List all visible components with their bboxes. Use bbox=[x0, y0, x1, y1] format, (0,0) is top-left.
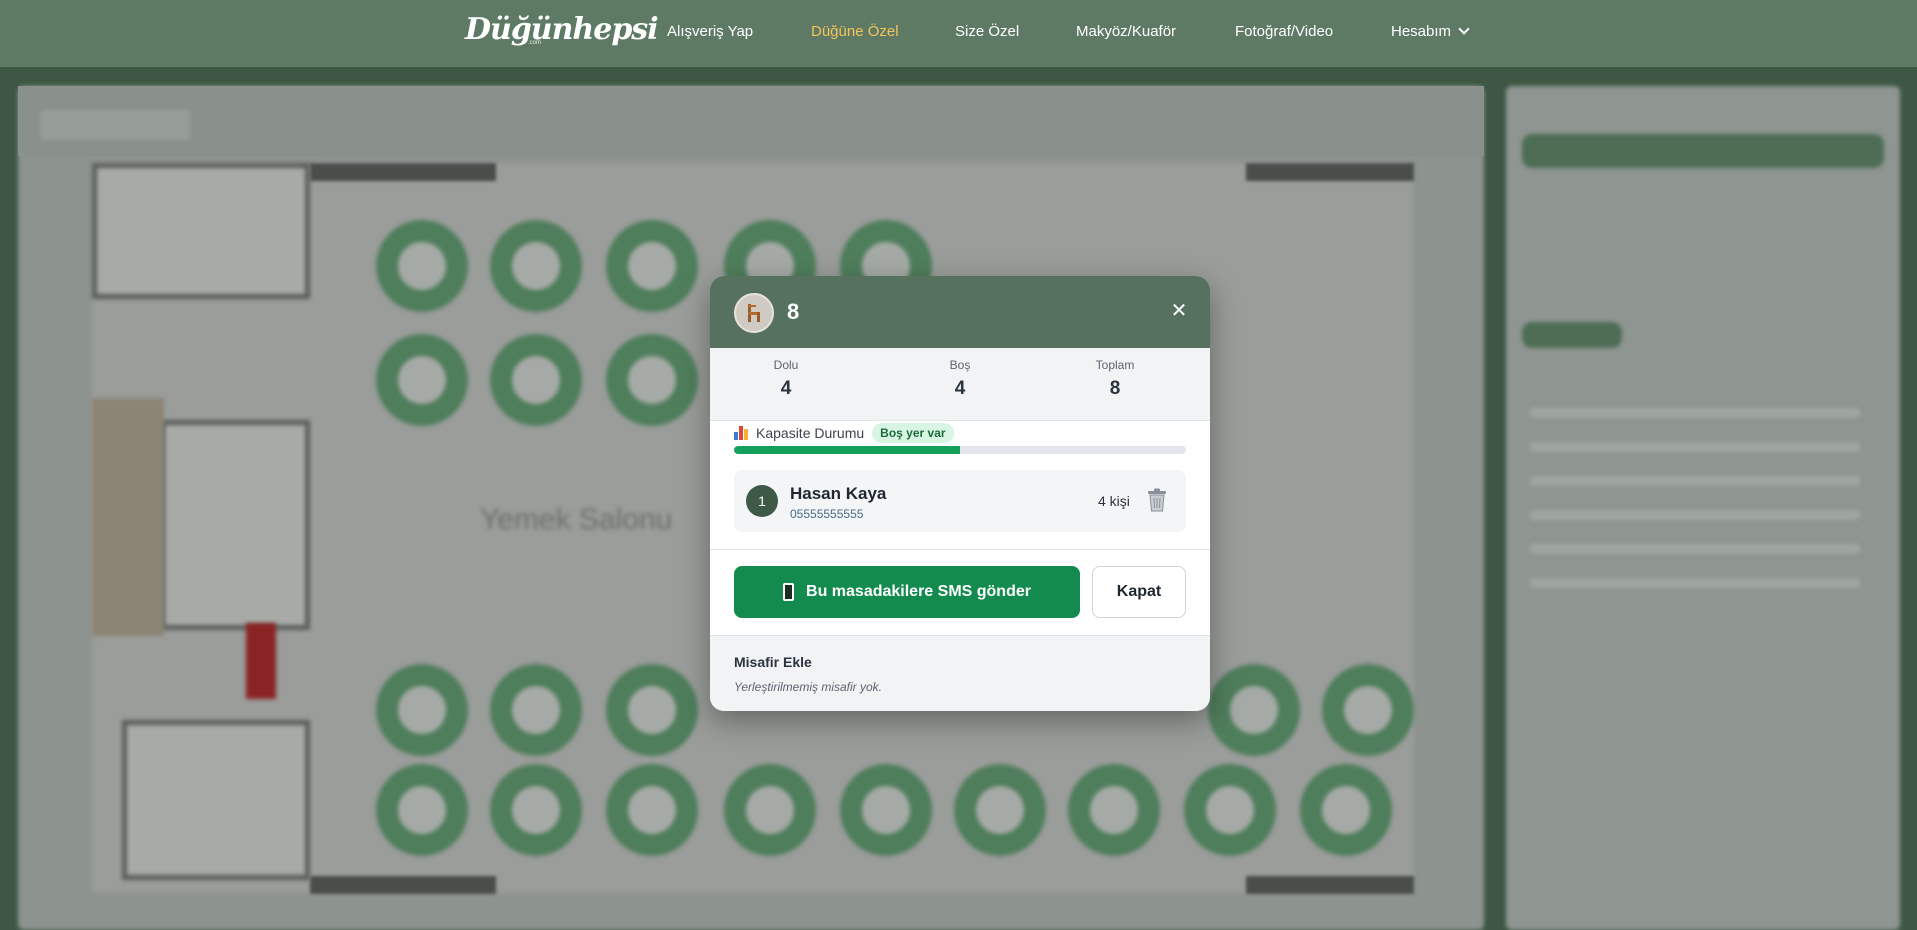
add-guest-title: Misafir Ekle bbox=[734, 654, 812, 670]
hall-wall bbox=[1246, 163, 1414, 181]
add-guest-empty-text: Yerleştirilmemiş misafir yok. bbox=[734, 680, 883, 694]
table-marker bbox=[376, 664, 468, 756]
guest-panel-button bbox=[1522, 322, 1622, 348]
nav-item-alisveris[interactable]: Alışveriş Yap bbox=[667, 23, 753, 40]
guest-panel-row bbox=[1530, 442, 1860, 452]
add-guest-section: Misafir Ekle Yerleştirilmemiş misafir yo… bbox=[710, 635, 1210, 711]
send-sms-button[interactable]: Bu masadakilere SMS gönder bbox=[734, 566, 1080, 618]
stat-dolu: Dolu 4 bbox=[716, 358, 856, 400]
table-marker bbox=[490, 220, 582, 312]
guest-panel-row bbox=[1530, 544, 1860, 554]
table-marker bbox=[954, 764, 1046, 856]
stat-toplam-value: 8 bbox=[1109, 378, 1121, 399]
guest-panel-row bbox=[1530, 476, 1860, 486]
table-marker bbox=[606, 664, 698, 756]
capacity-progress-fill bbox=[734, 446, 960, 454]
brand-logo-suffix: .com bbox=[528, 40, 542, 46]
guest-count: 4 kişi bbox=[1098, 493, 1130, 509]
table-marker bbox=[1068, 764, 1160, 856]
guest-panel-row bbox=[1530, 578, 1860, 588]
hall-label: Yemek Salonu bbox=[480, 503, 673, 536]
guest-phone: 05555555555 bbox=[790, 507, 864, 521]
stage-area bbox=[92, 398, 164, 636]
top-navigation: Düğünhepsi .com Alışveriş Yap Düğüne Öze… bbox=[0, 0, 1917, 67]
table-number: 8 bbox=[787, 299, 800, 324]
entrance-marker bbox=[246, 623, 276, 699]
nav-item-makyoz[interactable]: Makyöz/Kuaför bbox=[1076, 23, 1176, 40]
status-badge: Boş yer var bbox=[872, 423, 954, 443]
table-marker bbox=[490, 334, 582, 426]
close-icon[interactable]: ✕ bbox=[1168, 300, 1190, 322]
guest-panel-button bbox=[1522, 134, 1884, 168]
bar-chart-icon bbox=[734, 426, 750, 440]
capacity-label: Kapasite Durumu bbox=[756, 425, 865, 441]
table-marker bbox=[606, 764, 698, 856]
table-marker bbox=[840, 764, 932, 856]
seating-plan-toolbar bbox=[18, 86, 1484, 156]
table-marker bbox=[376, 764, 468, 856]
guest-list-panel bbox=[1506, 86, 1900, 930]
chair-icon bbox=[734, 293, 774, 333]
brand-logo[interactable]: Düğünhepsi bbox=[465, 12, 659, 47]
chevron-down-icon bbox=[1458, 23, 1470, 35]
guest-panel-row bbox=[1530, 510, 1860, 520]
table-marker bbox=[1184, 764, 1276, 856]
close-button[interactable]: Kapat bbox=[1092, 566, 1186, 618]
plan-tab bbox=[40, 110, 190, 140]
send-sms-label: Bu masadakilere SMS gönder bbox=[806, 583, 1031, 600]
chair-glyph bbox=[748, 304, 760, 322]
side-room bbox=[92, 163, 310, 299]
table-marker bbox=[376, 334, 468, 426]
stat-toplam-label: Toplam bbox=[1095, 358, 1135, 372]
side-room bbox=[122, 720, 310, 880]
occupancy-stats: Dolu 4 Boş 4 Toplam 8 bbox=[710, 348, 1210, 421]
guest-order-badge: 1 bbox=[746, 485, 778, 517]
guest-panel-row bbox=[1530, 408, 1860, 418]
nav-item-size-ozel[interactable]: Size Özel bbox=[955, 23, 1019, 40]
table-marker bbox=[490, 664, 582, 756]
stat-bos-label: Boş bbox=[949, 358, 971, 372]
nav-item-dugune-ozel[interactable]: Düğüne Özel bbox=[811, 23, 899, 40]
guest-row: 1 Hasan Kaya 05555555555 4 kişi bbox=[734, 470, 1186, 532]
capacity-status: Kapasite Durumu Boş yer var bbox=[734, 422, 954, 444]
table-marker bbox=[606, 220, 698, 312]
stat-dolu-label: Dolu bbox=[773, 358, 799, 372]
capacity-progress-bar bbox=[734, 446, 1186, 454]
table-marker bbox=[1208, 664, 1300, 756]
hall-wall bbox=[310, 876, 496, 894]
table-detail-modal: 8 ✕ Dolu 4 Boş 4 Toplam 8 Kapasite Durum… bbox=[710, 276, 1210, 711]
nav-item-hesabim-label: Hesabım bbox=[1391, 23, 1452, 40]
trash-icon[interactable] bbox=[1146, 488, 1168, 512]
stat-toplam: Toplam 8 bbox=[1045, 358, 1185, 400]
table-marker bbox=[376, 220, 468, 312]
table-marker bbox=[724, 764, 816, 856]
nav-item-hesabim[interactable]: Hesabım bbox=[1391, 23, 1470, 40]
hall-wall bbox=[1246, 876, 1414, 894]
trash-glyph bbox=[1148, 488, 1166, 512]
hall-wall bbox=[310, 163, 496, 181]
stat-bos-value: 4 bbox=[954, 378, 966, 399]
stat-bos: Boş 4 bbox=[890, 358, 1030, 400]
side-room bbox=[160, 420, 310, 630]
mobile-phone-icon bbox=[783, 583, 795, 601]
nav-item-fotograf[interactable]: Fotoğraf/Video bbox=[1235, 23, 1333, 40]
modal-header: 8 ✕ bbox=[710, 276, 1210, 348]
modal-divider bbox=[710, 549, 1210, 550]
table-marker bbox=[1322, 664, 1414, 756]
table-marker bbox=[606, 334, 698, 426]
table-marker bbox=[490, 764, 582, 856]
guest-name: Hasan Kaya bbox=[790, 484, 887, 503]
table-marker bbox=[1300, 764, 1392, 856]
stat-dolu-value: 4 bbox=[780, 378, 792, 399]
